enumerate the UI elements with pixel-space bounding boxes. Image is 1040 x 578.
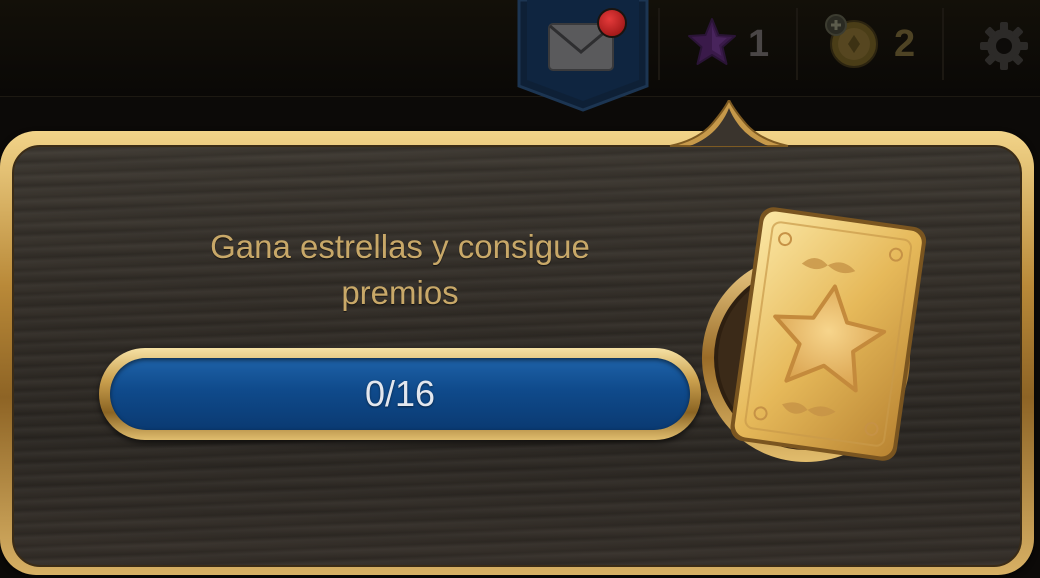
stars-counter[interactable]: 1 — [686, 17, 770, 72]
coins-counter[interactable]: 2 — [822, 13, 916, 70]
gear-icon — [980, 22, 1028, 70]
progress-frame: 0/16 — [99, 348, 701, 440]
panel-pointer — [668, 97, 790, 148]
stars-count: 1 — [748, 23, 770, 65]
coins-count: 2 — [894, 23, 916, 65]
reward-card[interactable] — [694, 206, 934, 476]
divider — [796, 8, 798, 80]
panel-headline: Gana estrellas y consigue premios — [210, 228, 590, 311]
notification-badge — [597, 8, 627, 38]
settings-button[interactable] — [978, 20, 1030, 72]
star-icon — [686, 17, 738, 72]
star-card-icon — [702, 207, 927, 462]
divider — [942, 8, 944, 80]
progress-track: 0/16 — [110, 358, 690, 430]
coin-plus-icon — [822, 13, 884, 76]
mail-button[interactable] — [517, 0, 649, 112]
divider — [658, 8, 660, 80]
progress-text: 0/16 — [364, 373, 436, 414]
game-screen: 1 2 Gana estrellas y consigue premios 0/… — [0, 0, 1040, 578]
stars-progress-bar: 0/16 — [99, 348, 701, 440]
